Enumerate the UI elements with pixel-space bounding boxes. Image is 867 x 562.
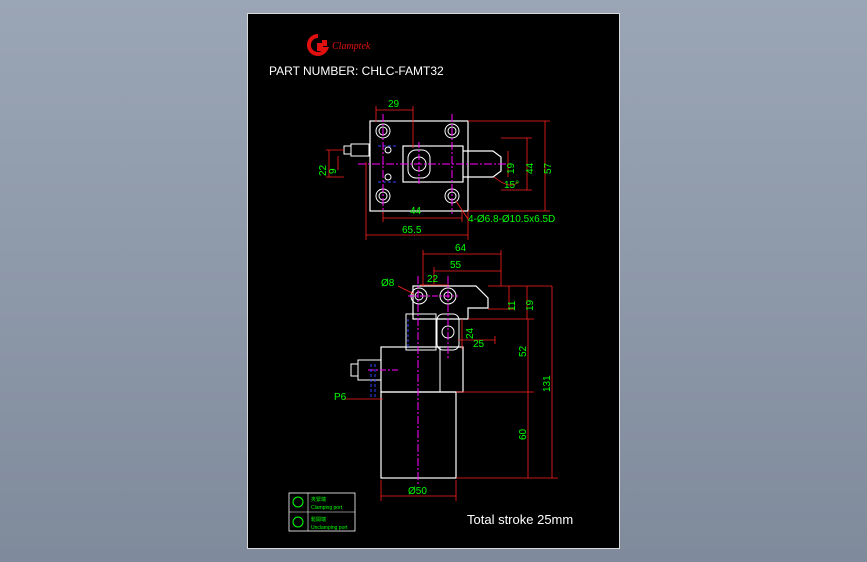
- dim-52: 52: [518, 345, 529, 357]
- legend-item-a-title: 夾緊端: [311, 496, 326, 503]
- drawing-sheet: Clamptek PART NUMBER: CHLC-FAMT32 29 22 …: [247, 13, 620, 549]
- dim-57: 57: [543, 162, 554, 174]
- top-view: 29 22 9 19 44 57 15° 44 65.5 4-Ø6.8-Ø10.…: [318, 99, 555, 240]
- hole-note: 4-Ø6.8-Ø10.5x6.5D: [468, 214, 555, 225]
- dim-44-vertical: 44: [525, 162, 536, 174]
- dim-22-side: 22: [427, 274, 439, 285]
- dim-phi8: Ø8: [381, 278, 395, 289]
- dim-15-degrees: 15°: [504, 180, 519, 191]
- legend-item-b-sub: Unclamping port: [311, 525, 348, 531]
- part-number: PART NUMBER: CHLC-FAMT32: [269, 64, 444, 78]
- dim-65-5: 65.5: [402, 225, 422, 236]
- dim-phi50: Ø50: [408, 486, 427, 497]
- dim-29: 29: [388, 99, 400, 110]
- dim-19-side: 19: [525, 299, 536, 311]
- dim-64: 64: [455, 243, 467, 254]
- dim-60: 60: [518, 428, 529, 440]
- total-stroke-note: Total stroke 25mm: [467, 512, 573, 527]
- dim-24: 24: [465, 327, 476, 339]
- dim-9: 9: [328, 168, 339, 174]
- legend-item-a-sub: Clamping port: [311, 505, 343, 511]
- dim-55: 55: [450, 260, 462, 271]
- dim-19: 19: [506, 162, 517, 174]
- dim-44-horizontal: 44: [410, 206, 422, 217]
- legend-item-b-title: 鬆開端: [311, 516, 326, 523]
- port-legend: 夾緊端 Clamping port 鬆開端 Unclamping port: [288, 492, 356, 532]
- dim-11: 11: [507, 300, 518, 311]
- brand-name: Clamptek: [332, 41, 371, 52]
- brand-logo: Clamptek: [306, 33, 371, 56]
- dim-25: 25: [473, 339, 485, 350]
- dim-p6: P6: [334, 392, 347, 403]
- dim-131: 131: [542, 375, 553, 392]
- side-view: 64 55 22 Ø8 11 19 24 25 52 131 P6 60 Ø50: [334, 243, 558, 501]
